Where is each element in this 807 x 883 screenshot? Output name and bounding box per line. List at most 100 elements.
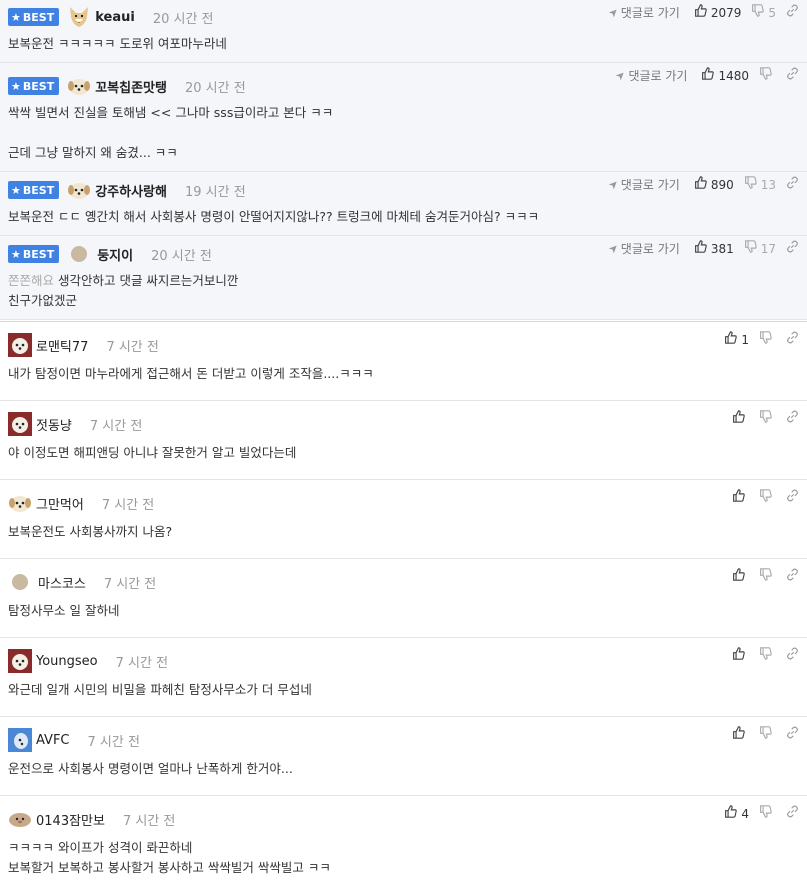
comment-author[interactable]: 그만먹어 [36, 494, 84, 513]
comment-text: 친구가없겠군 [8, 293, 78, 308]
link-icon[interactable] [786, 410, 799, 427]
upvote-button[interactable] [732, 489, 749, 506]
arrow-icon: ➤ [605, 240, 622, 257]
downvote-button[interactable] [759, 568, 776, 585]
comment-author[interactable]: Youngseo [36, 654, 98, 669]
thumbs-down-icon [759, 805, 772, 822]
comment-author[interactable]: AVFC [36, 733, 70, 748]
comment-author[interactable]: 꼬복칩존맛탱 [95, 77, 167, 96]
downvote-button[interactable] [759, 726, 776, 743]
comment-time: 7 시간 전 [106, 339, 159, 355]
upvote-button[interactable] [732, 647, 749, 664]
downvote-button[interactable] [759, 647, 776, 664]
link-icon[interactable] [786, 67, 799, 84]
link-icon[interactable] [786, 568, 799, 585]
reply-label: 댓글로 가기 [620, 178, 680, 192]
downvote-count: 13 [760, 177, 776, 192]
comment-header: 로맨틱77 7 시간 전 1 [8, 331, 799, 358]
link-icon[interactable] [786, 647, 799, 664]
avatar[interactable] [71, 246, 88, 262]
comment-item: 젓동냥 7 시간 전야 이정도면 해피앤딩 아니냐 잘못한거 알고 빌었다는데 [0, 401, 807, 480]
go-to-reply-link[interactable]: ➤ 댓글로 가기 [605, 4, 679, 21]
comment-time: 7 시간 전 [103, 576, 157, 592]
comment-author[interactable]: 마스코스 [38, 573, 86, 592]
upvote-button[interactable]: 1480 [701, 67, 749, 84]
upvote-button[interactable]: 4 [724, 805, 749, 822]
upvote-count: 1 [741, 332, 749, 347]
best-badge: ★ BEST [8, 181, 60, 199]
thumbs-up-icon [732, 726, 745, 743]
link-icon[interactable] [786, 331, 799, 348]
link-icon[interactable] [786, 489, 799, 506]
comment-author[interactable]: 젓동냥 [36, 415, 72, 434]
downvote-button[interactable] [759, 410, 776, 427]
comment-item: 0143잠만보 7 시간 전 4 ㅋㅋㅋㅋ 와이프가 성격이 롸끈하네 보복할거 보복하… [0, 796, 807, 883]
comment-author[interactable]: 강주하사랑해 [95, 181, 167, 200]
comment-actions [732, 489, 799, 506]
star-icon: ★ [11, 79, 21, 93]
comment-line: 근데 그냥 말하지 왜 숨겼... ㅋㅋ [8, 143, 799, 163]
comment-time: 20 시간 전 [184, 80, 246, 96]
best-badge: ★ BEST [8, 245, 60, 263]
upvote-button[interactable] [732, 726, 749, 743]
avatar[interactable] [8, 649, 32, 673]
upvote-button[interactable]: 1 [724, 331, 749, 348]
link-icon[interactable] [786, 240, 799, 257]
downvote-button[interactable]: 13 [744, 176, 776, 193]
link-icon[interactable] [786, 4, 799, 21]
comment-item: Youngseo 7 시간 전 와근데 일개 시민의 비밀을 파헤친 탐정사무소가 … [0, 638, 807, 717]
downvote-button[interactable] [759, 331, 776, 348]
avatar[interactable] [8, 728, 32, 752]
comment-line: 친구가없겠군 [8, 291, 799, 311]
downvote-button[interactable] [759, 67, 776, 84]
thumbs-down-icon [759, 67, 772, 84]
avatar[interactable] [8, 807, 32, 831]
comment-author[interactable]: 0143잠만보 [36, 810, 105, 829]
comment-header: 젓동냥 7 시간 전 [8, 410, 799, 437]
upvote-count: 4 [741, 806, 749, 821]
upvote-button[interactable]: 890 [694, 176, 734, 193]
avatar[interactable] [8, 412, 32, 436]
comment-time: 7 시간 전 [87, 734, 140, 750]
link-icon[interactable] [786, 176, 799, 193]
upvote-count: 1480 [718, 68, 749, 83]
comment-body: 내가 탐정이면 마누라에게 접근해서 돈 더받고 이렇게 조작을....ㅋㅋㅋ [8, 358, 799, 400]
thumbs-up-icon [694, 176, 707, 193]
comment-body: 보복운전 ㅋㅋㅋㅋㅋ 도로위 여포마누라네 [8, 30, 799, 62]
thumbs-down-icon [759, 410, 772, 427]
go-to-reply-link[interactable]: ➤ 댓글로 가기 [613, 67, 687, 84]
link-icon[interactable] [786, 805, 799, 822]
avatar[interactable] [67, 5, 91, 29]
downvote-button[interactable] [759, 805, 776, 822]
downvote-button[interactable] [759, 489, 776, 506]
thumbs-up-icon [724, 805, 738, 822]
avatar[interactable] [67, 74, 91, 98]
comment-author[interactable]: 둥지이 [97, 245, 133, 264]
comment-author[interactable]: keaui [95, 10, 135, 25]
comment-body: 운전으로 사회봉사 명령이면 얼마나 난폭하게 한거야... [8, 753, 799, 795]
comment-text: 생각안하고 댓글 싸지르는거보니깐 [54, 273, 239, 288]
link-icon[interactable] [786, 726, 799, 743]
upvote-button[interactable] [732, 568, 749, 585]
comment-actions [732, 568, 799, 585]
go-to-reply-link[interactable]: ➤ 댓글로 가기 [605, 176, 680, 193]
upvote-button[interactable]: 2079 [694, 4, 741, 21]
comment-actions [732, 410, 799, 427]
comment-text: 근데 그냥 말하지 왜 숨겼... ㅋㅋ [8, 145, 178, 160]
downvote-button[interactable]: 5 [751, 4, 776, 21]
comment-header: AVFC 7 시간 전 [8, 726, 799, 753]
downvote-button[interactable]: 17 [744, 240, 776, 257]
thumbs-down-icon [759, 726, 772, 743]
thumbs-up-icon [732, 568, 745, 585]
upvote-button[interactable] [732, 410, 749, 427]
comment-item: 그만먹어 7 시간 전 보복운전도 사회봉사까지 나옴? [0, 480, 807, 559]
thumbs-up-icon [694, 4, 707, 21]
upvote-count: 890 [710, 177, 734, 192]
go-to-reply-link[interactable]: ➤ 댓글로 가기 [605, 240, 679, 257]
upvote-button[interactable]: 381 [694, 240, 734, 257]
avatar[interactable] [12, 574, 28, 590]
comment-author[interactable]: 로맨틱77 [36, 336, 88, 355]
avatar[interactable] [8, 491, 32, 515]
avatar[interactable] [67, 178, 91, 202]
avatar[interactable] [8, 333, 32, 357]
